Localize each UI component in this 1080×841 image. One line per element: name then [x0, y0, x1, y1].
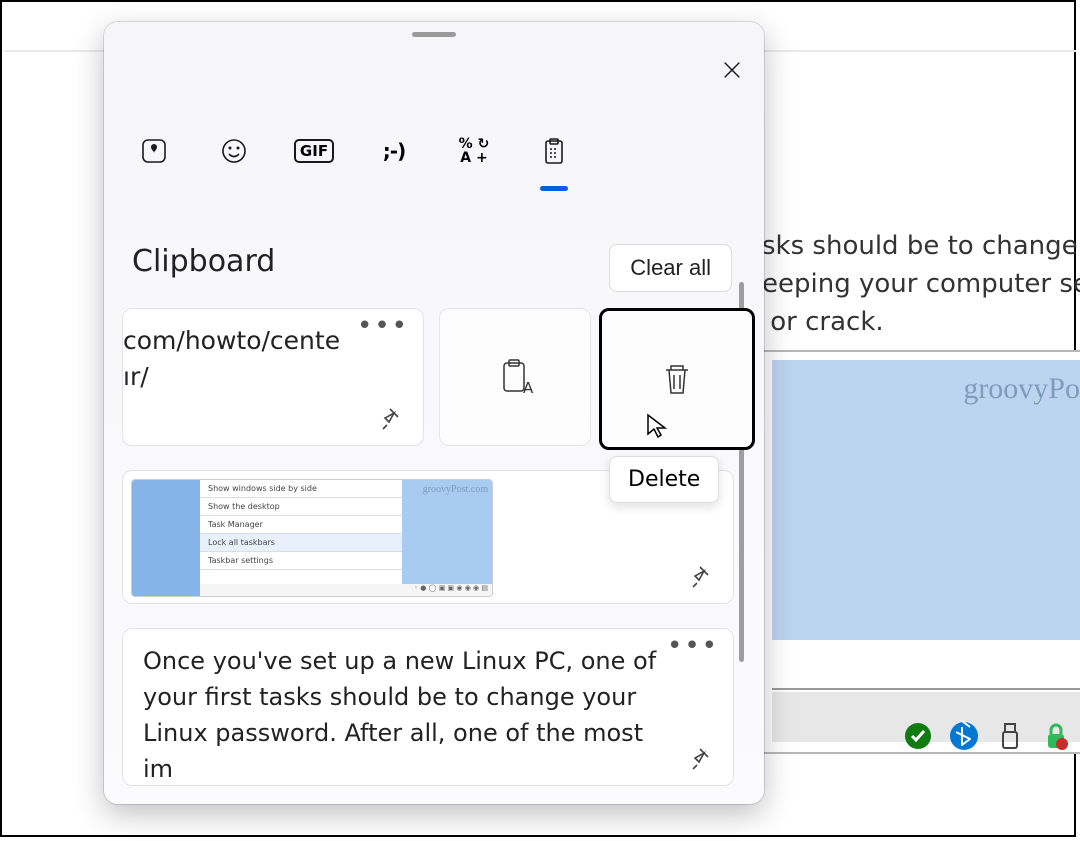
more-button[interactable]: ••• [357, 321, 409, 331]
clipboard-thumbnail: groovyPost.com Show windows side by side… [131, 479, 493, 597]
thumb-menu-item: Lock all taskbars [200, 534, 402, 552]
background-watermark: groovyPo [963, 372, 1080, 406]
svg-text:A: A [523, 379, 534, 397]
thumb-menu-item: Task Manager [200, 516, 402, 534]
clipboard-panel: GIF ;-) % ↻A + Clipboard Clear all com/h… [104, 22, 764, 804]
emoji-tab[interactable] [210, 127, 258, 175]
clear-all-button[interactable]: Clear all [609, 244, 732, 292]
cursor-icon [644, 412, 672, 440]
thumb-menu-item: Taskbar settings [200, 552, 402, 570]
close-button[interactable] [712, 50, 752, 90]
clipboard-tab[interactable] [530, 127, 578, 175]
section-title: Clipboard [132, 244, 275, 279]
system-tray [902, 720, 1072, 756]
symbols-tab[interactable]: % ↻A + [450, 127, 498, 175]
bluetooth-icon[interactable] [948, 720, 980, 756]
clipboard-item-content: com/howto/cente ır/ [123, 323, 373, 395]
background-article-text: sks should be to change y eeping your co… [762, 227, 1080, 341]
drag-handle[interactable] [412, 32, 456, 37]
clipboard-item-text[interactable]: Once you've set up a new Linux PC, one o… [122, 628, 734, 786]
pin-button[interactable] [687, 561, 719, 593]
clipboard-item-content: Once you've set up a new Linux PC, one o… [143, 643, 663, 787]
more-button[interactable]: ••• [667, 641, 719, 651]
thumb-menu-item: Show windows side by side [200, 480, 402, 498]
thumb-menu-item: Show the desktop [200, 498, 402, 516]
lock-icon[interactable] [1040, 720, 1072, 756]
thumbnail-watermark: groovyPost.com [423, 484, 488, 495]
pin-button[interactable] [377, 403, 409, 435]
gif-tab[interactable]: GIF [290, 127, 338, 175]
background-thumbnail: groovyPo [762, 350, 1080, 754]
pin-button[interactable] [687, 743, 719, 775]
favorites-tab[interactable] [130, 127, 178, 175]
kaomoji-tab[interactable]: ;-) [370, 127, 418, 175]
thumb-taskbar: ◦ ● ◯ ▣ ▣ ◉ ◉ ◉ ▤ [200, 584, 492, 596]
category-tabs: GIF ;-) % ↻A + [130, 127, 578, 175]
delete-button[interactable] [599, 308, 755, 450]
delete-tooltip: Delete [609, 456, 719, 503]
shield-icon[interactable] [902, 720, 934, 756]
usb-icon[interactable] [994, 720, 1026, 756]
clipboard-item-text[interactable]: com/howto/cente ır/ ••• [122, 308, 424, 446]
paste-as-text-button[interactable]: A [439, 308, 591, 446]
app-frame: sks should be to change y eeping your co… [0, 0, 1076, 837]
